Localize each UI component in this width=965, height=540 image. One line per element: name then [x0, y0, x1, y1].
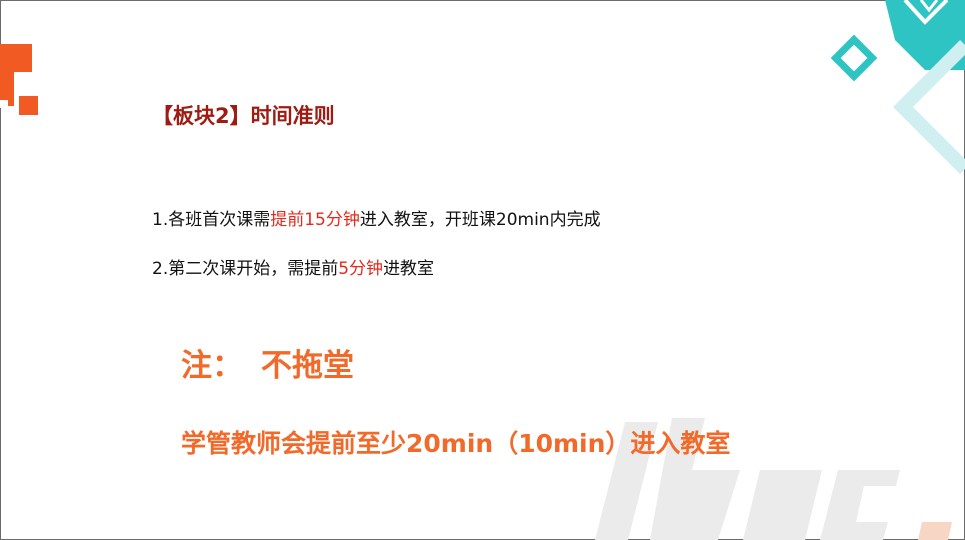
rule-1: 1.各班首次课需提前15分钟进入教室，开班课20min内完成 [152, 205, 601, 230]
note-title-text: 不拖堂 [261, 348, 354, 384]
note-body: 学管教师会提前至少20min（10min）进入教室 [181, 429, 731, 458]
teal-diamond-decoration [830, 0, 965, 174]
note-label: 注： [181, 348, 243, 384]
rule-2: 2.第二次课开始，需提前5分钟进教室 [152, 254, 434, 279]
rule-1-text-end: 进入教室，开班课20min内完成 [359, 210, 601, 230]
rule-1-highlight: 提前15分钟 [270, 210, 360, 230]
note-title: 注： 不拖堂 [181, 340, 354, 385]
rule-1-text-start: 1.各班首次课需 [152, 210, 271, 230]
rule-2-text-start: 2.第二次课开始，需提前 [152, 259, 339, 279]
orange-logo-mark [0, 44, 38, 115]
slide: 【板块2】时间准则 1.各班首次课需提前15分钟进入教室，开班课20min内完成… [0, 0, 965, 540]
rule-2-text-end: 进教室 [383, 259, 435, 279]
rule-2-highlight: 5分钟 [338, 259, 384, 279]
section-heading: 【板块2】时间准则 [152, 104, 335, 128]
